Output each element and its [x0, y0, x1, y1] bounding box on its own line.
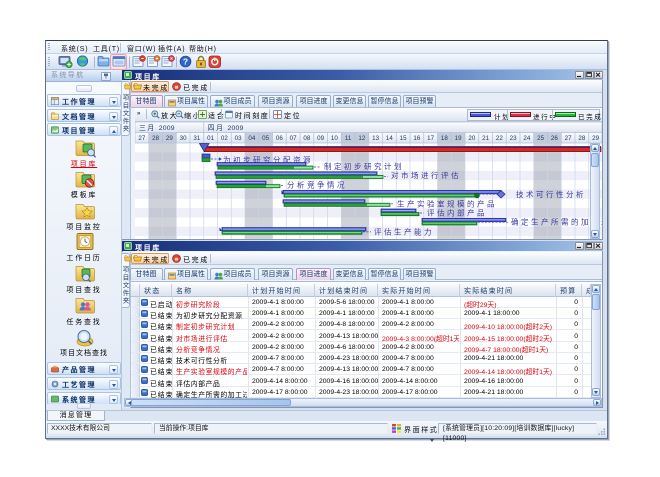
- svg-text:16: 16: [413, 135, 420, 142]
- svg-text:生产实验室规模的产品: 生产实验室规模的产品: [397, 198, 497, 208]
- svg-text:制定初步研究计划: 制定初步研究计划: [324, 161, 404, 171]
- svg-text:27: 27: [565, 135, 572, 142]
- svg-text:04: 04: [248, 135, 255, 142]
- svg-text:15: 15: [400, 135, 407, 142]
- svg-text:02: 02: [221, 135, 228, 142]
- svg-text:10: 10: [331, 135, 338, 142]
- svg-text:09: 09: [317, 135, 324, 142]
- svg-text:评估生产能力: 评估生产能力: [374, 226, 434, 236]
- svg-text:01: 01: [207, 135, 214, 142]
- svg-text:06: 06: [276, 135, 283, 142]
- svg-text:30: 30: [180, 135, 187, 142]
- svg-text:05: 05: [262, 135, 269, 142]
- svg-text:12: 12: [358, 135, 365, 142]
- svg-text:18: 18: [441, 135, 448, 142]
- svg-text:29: 29: [166, 135, 173, 142]
- svg-text:技术可行性分析: 技术可行性分析: [516, 189, 586, 199]
- svg-text:28: 28: [152, 135, 159, 142]
- svg-text:28: 28: [578, 135, 585, 142]
- svg-text:23: 23: [510, 135, 517, 142]
- svg-text:22: 22: [496, 135, 503, 142]
- svg-text:20: 20: [468, 135, 475, 142]
- svg-text:03: 03: [235, 135, 242, 142]
- svg-text:11: 11: [345, 135, 352, 142]
- svg-text:确定生产所需的加工过程: 确定生产所需的加工过程: [511, 217, 602, 227]
- svg-text:19: 19: [455, 135, 462, 142]
- svg-text:21: 21: [482, 135, 489, 142]
- svg-text:对市场进行评估: 对市场进行评估: [391, 170, 461, 180]
- svg-text:14: 14: [386, 135, 393, 142]
- svg-text:25: 25: [537, 135, 544, 142]
- svg-text:评估内部产品: 评估内部产品: [427, 208, 487, 218]
- svg-text:分析竞争情况: 分析竞争情况: [287, 179, 347, 189]
- svg-text:26: 26: [551, 135, 558, 142]
- svg-text:07: 07: [290, 135, 297, 142]
- svg-text:31: 31: [193, 135, 200, 142]
- svg-text:27: 27: [138, 135, 145, 142]
- svg-text:29: 29: [592, 135, 599, 142]
- svg-text:17: 17: [427, 135, 434, 142]
- svg-text:08: 08: [303, 135, 310, 142]
- svg-text:13: 13: [372, 135, 379, 142]
- svg-text:24: 24: [523, 135, 530, 142]
- svg-text:?: ?: [183, 56, 188, 66]
